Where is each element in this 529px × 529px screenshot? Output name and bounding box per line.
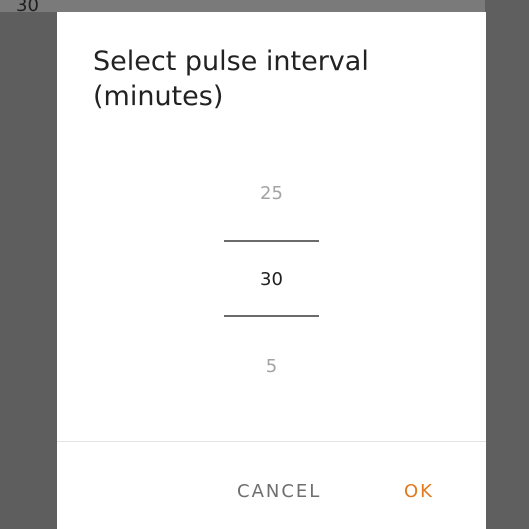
picker-next-value[interactable]: 5 (224, 355, 319, 379)
picker-divider-bottom (224, 315, 319, 317)
number-picker[interactable]: 25 30 5 (224, 167, 319, 392)
picker-previous-value[interactable]: 25 (224, 182, 319, 206)
background-top-bar (0, 0, 529, 12)
cancel-button[interactable]: CANCEL (237, 480, 321, 504)
dialog-button-separator (57, 441, 486, 442)
ok-button[interactable]: OK (404, 480, 434, 504)
dialog-title: Select pulse interval (minutes) (93, 46, 369, 112)
background-value-text: 30 (16, 0, 39, 16)
screen: 30 Select pulse interval (minutes) 25 30… (0, 0, 529, 529)
picker-selected-value[interactable]: 30 (224, 268, 319, 292)
picker-divider-top (224, 240, 319, 242)
pulse-interval-dialog: Select pulse interval (minutes) 25 30 5 … (57, 12, 486, 529)
background-scrim-edge (485, 0, 529, 529)
